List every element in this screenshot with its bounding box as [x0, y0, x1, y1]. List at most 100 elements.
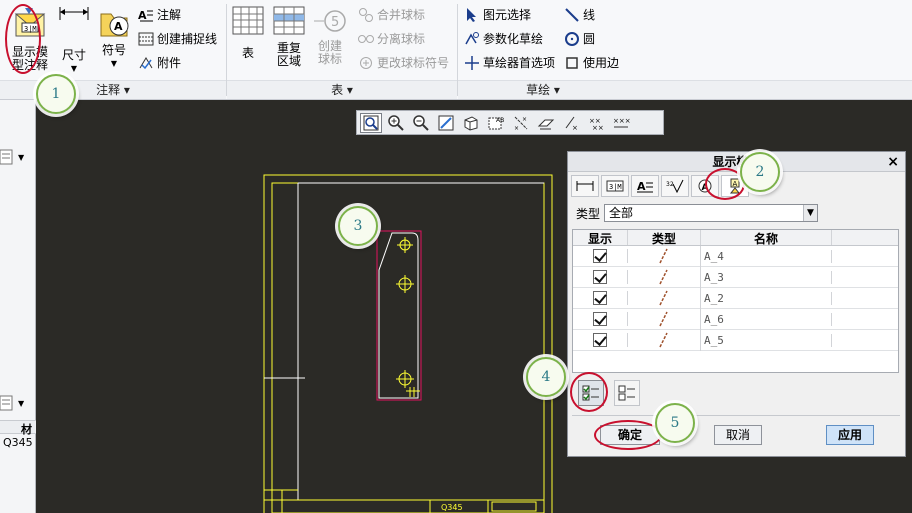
use-edge-button[interactable]: 使用边 — [564, 52, 619, 74]
repeat-region-button[interactable]: 重复区域 — [270, 6, 308, 68]
create-snap-line-button[interactable]: 创建捕捉线 — [138, 28, 217, 50]
table-button[interactable]: 表 — [230, 6, 266, 60]
create-balloon-button[interactable]: 5 创建球标 — [310, 8, 350, 66]
repeat-region-icon — [270, 6, 308, 39]
geometric-tolerance-icon: 3|M — [606, 180, 624, 192]
saved-view-icon: AB — [488, 117, 504, 129]
tab-surface-finish[interactable]: 32 — [661, 175, 689, 197]
datum-planes-button[interactable] — [535, 113, 557, 133]
axis-type-icon — [659, 269, 668, 284]
type-select[interactable]: 全部 ▼ — [604, 204, 819, 222]
symbol-icon: A — [96, 4, 132, 41]
apply-button[interactable]: 应用 — [826, 425, 874, 445]
parametric-sketch-label: 参数化草绘 — [483, 32, 544, 46]
line-button[interactable]: 线 — [564, 4, 595, 26]
model-tree-panel: ▼ ▼ 材 Q345 — [0, 100, 36, 513]
highlight-ring-select-all — [570, 372, 608, 412]
zoom-out-icon — [413, 114, 429, 131]
circle-icon — [564, 31, 580, 47]
separate-balloon-button[interactable]: 分离球标 — [358, 28, 425, 50]
select-element-label: 图元选择 — [483, 8, 532, 22]
annotate-group-label[interactable]: 注释 ▾ — [0, 80, 226, 99]
zoom-fit-icon — [363, 115, 379, 130]
table-row[interactable]: A_6 — [573, 308, 898, 330]
dimension-dropdown-icon: ▼ — [70, 64, 78, 73]
zoom-fit-button[interactable] — [360, 112, 382, 133]
tab-dimensions[interactable] — [571, 175, 599, 197]
zoom-out-button[interactable] — [410, 113, 432, 133]
close-icon[interactable]: × — [887, 152, 899, 172]
column-header-show: 显示 — [573, 230, 628, 246]
deselect-all-button[interactable] — [614, 380, 640, 406]
svg-text:▼: ▼ — [18, 153, 25, 162]
sketcher-preferences-button[interactable]: 草绘器首选项 — [464, 52, 555, 74]
axis-type-icon — [659, 248, 668, 263]
change-balloon-symbol-button[interactable]: 更改球标符号 — [358, 52, 449, 74]
create-balloon-icon: 5 — [310, 8, 350, 37]
annotation-grid: 显示 类型 名称 A_4 A_3 A_2 A_6 A_5 — [572, 229, 899, 373]
tab-notes[interactable]: A — [631, 175, 659, 197]
attachment-button[interactable]: 附件 — [138, 52, 181, 74]
tab-geometric-tolerances[interactable]: 3|M — [601, 175, 629, 197]
table-row[interactable]: A_5 — [573, 329, 898, 351]
merge-balloon-button[interactable]: 合并球标 — [358, 4, 425, 26]
show-checkbox[interactable] — [593, 333, 607, 347]
callout-2: 2 — [740, 152, 780, 192]
symbol-label: 符号 — [101, 43, 126, 57]
symbol-button[interactable]: A 符号 ▼ — [96, 4, 132, 70]
axis-type-icon — [659, 332, 668, 347]
cancel-button[interactable]: 取消 — [714, 425, 762, 445]
show-checkbox[interactable] — [593, 270, 607, 284]
show-checkbox[interactable] — [593, 312, 607, 326]
svg-text:32: 32 — [666, 181, 674, 188]
deselect-all-icon — [618, 385, 635, 401]
highlight-ring-show-model — [5, 4, 41, 74]
cube-icon — [464, 115, 478, 131]
annotation-name: A_5 — [701, 333, 832, 347]
cursor-arrow-icon — [464, 7, 480, 23]
chevron-down-icon: ▼ — [803, 205, 818, 221]
datum-points-button[interactable]: × — [560, 113, 582, 133]
tree-toolbar-top[interactable]: ▼ — [0, 148, 36, 169]
svg-text:A: A — [138, 9, 147, 22]
view-toolbar: AB × × × ×× ×× ××× — [356, 110, 664, 135]
crosshair-icon — [464, 55, 480, 71]
svg-text:A: A — [637, 180, 646, 193]
zoom-in-button[interactable] — [385, 113, 407, 133]
create-balloon-label: 创建球标 — [317, 39, 342, 66]
circle-button[interactable]: 圆 — [564, 28, 595, 50]
use-edge-icon — [564, 55, 580, 71]
column-header-type: 类型 — [628, 230, 701, 246]
dialog-title-bar: 显示模型 × — [568, 152, 905, 172]
note-label: 注解 — [157, 8, 182, 22]
circle-label: 圆 — [583, 32, 596, 46]
attachment-label: 附件 — [157, 56, 182, 70]
table-label: 表 — [241, 46, 254, 60]
parametric-sketch-icon — [464, 31, 480, 47]
material-value: Q345 — [3, 436, 33, 449]
tree-toolbar-bottom[interactable]: ▼ — [0, 394, 36, 415]
datum-axes-button[interactable]: × × — [510, 113, 532, 133]
dimension-button[interactable]: 尺寸 ▼ — [56, 4, 92, 75]
ribbon-footer-filler — [628, 80, 912, 99]
svg-text:A: A — [114, 20, 123, 33]
annotation-display-button[interactable]: ××× — [610, 113, 632, 133]
repaint-button[interactable] — [435, 113, 457, 133]
saved-views-button[interactable]: AB — [485, 113, 507, 133]
show-checkbox[interactable] — [593, 291, 607, 305]
select-element-button[interactable]: 图元选择 — [464, 4, 531, 26]
dimension-icon — [576, 181, 594, 191]
table-group-label[interactable]: 表 ▾ — [227, 80, 457, 99]
note-button[interactable]: A 注解 — [138, 4, 181, 26]
merge-balloon-icon — [358, 7, 374, 23]
sketch-group-label[interactable]: 草绘 ▾ — [458, 80, 628, 99]
table-row[interactable]: A_2 — [573, 287, 898, 309]
display-style-button[interactable] — [460, 113, 482, 133]
table-row[interactable]: A_3 — [573, 266, 898, 288]
show-checkbox[interactable] — [593, 249, 607, 263]
table-row[interactable]: A_4 — [573, 245, 898, 267]
separate-balloon-label: 分离球标 — [377, 32, 426, 46]
use-edge-label: 使用边 — [583, 56, 620, 70]
coordinate-systems-button[interactable]: ×× ×× — [585, 113, 607, 133]
parametric-sketch-button[interactable]: 参数化草绘 — [464, 28, 543, 50]
